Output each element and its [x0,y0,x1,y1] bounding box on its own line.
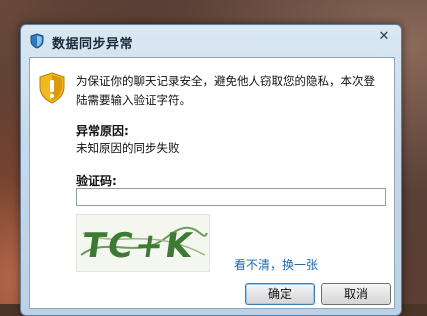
warning-shield-icon [39,72,65,104]
title-bar[interactable]: 数据同步异常 ✕ [21,25,401,55]
dialog-title: 数据同步异常 [52,37,134,52]
dialog-content: 为保证你的聊天记录安全，避免他人窃取您的隐私，本次登陆需要输入验证字符。 异常原… [29,57,395,309]
dialog-message: 为保证你的聊天记录安全，避免他人窃取您的隐私，本次登陆需要输入验证字符。 [76,74,375,107]
dialog-window: 数据同步异常 ✕ 为保证你的聊天记录安全，避免他人窃取您的隐私，本次登陆需要输入… [20,24,402,316]
cancel-button[interactable]: 取消 [321,283,391,305]
reason-label: 异常原因: [76,124,129,138]
verification-code-label: 验证码: [76,174,117,188]
captcha-text: TC+K [80,226,197,266]
refresh-captcha-link[interactable]: 看不清，换一张 [234,256,318,273]
close-icon: ✕ [378,29,390,44]
reason-value: 未知原因的同步失败 [76,141,180,155]
shield-icon [30,33,44,49]
ok-button[interactable]: 确定 [245,283,315,305]
captcha-image[interactable]: TC+K [76,214,210,272]
verification-code-input[interactable] [76,188,386,206]
close-button[interactable]: ✕ [375,29,393,45]
dialog-footer: 确定 取消 [29,279,393,309]
